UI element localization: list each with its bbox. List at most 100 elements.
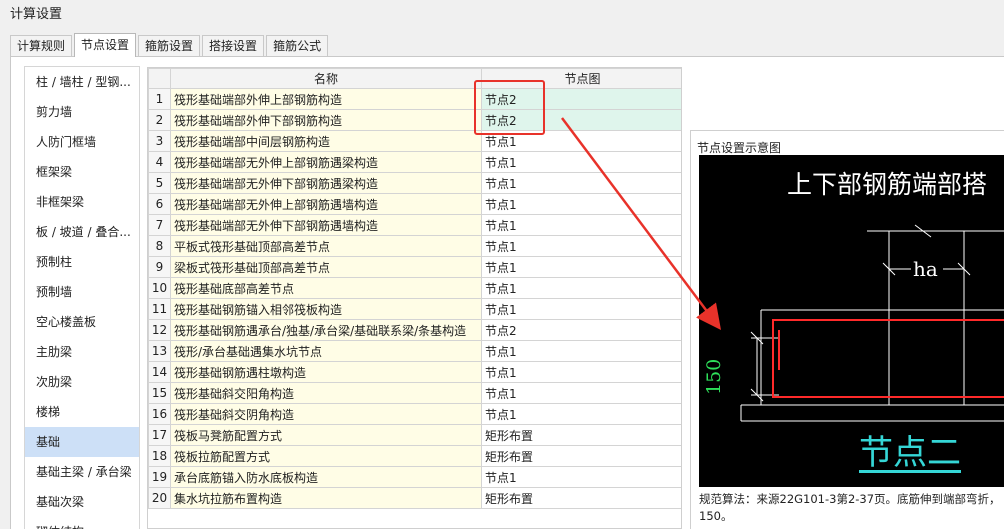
row-node-cell[interactable]: 矩形布置 bbox=[481, 445, 681, 467]
preview-title: 节点设置示意图 bbox=[697, 141, 782, 155]
tab-stirrup-formula[interactable]: 箍筋公式 bbox=[266, 35, 329, 57]
row-name-cell: 筏形基础钢筋遇柱墩构造 bbox=[170, 361, 482, 383]
row-node-cell[interactable]: 节点1 bbox=[481, 235, 681, 257]
table-body: 1 筏形基础端部外伸上部钢筋构造 节点2 2 筏形基础端部外伸下部钢筋构造 节点2 3 筏形基… bbox=[148, 88, 681, 509]
sidebar-item-foundation-main-beam[interactable]: 基础主梁 / 承台梁 bbox=[25, 457, 139, 487]
row-index-cell: 7 bbox=[148, 214, 171, 236]
row-name-cell: 筏形基础斜交阴角构造 bbox=[170, 403, 482, 425]
table-row[interactable]: 6 筏形基础端部无外伸上部钢筋遇墙构造 节点1 bbox=[148, 193, 681, 215]
sidebar-item-frame-beam[interactable]: 框架梁 bbox=[25, 157, 139, 187]
row-name-cell: 筏板马凳筋配置方式 bbox=[170, 424, 482, 446]
row-index-cell: 10 bbox=[148, 277, 171, 299]
table-row[interactable]: 14 筏形基础钢筋遇柱墩构造 节点1 bbox=[148, 361, 681, 383]
table-row[interactable]: 19 承台底筋锚入防水底板构造 节点1 bbox=[148, 466, 681, 488]
column-header-name[interactable]: 名称 bbox=[170, 68, 482, 89]
table-row[interactable]: 2 筏形基础端部外伸下部钢筋构造 节点2 bbox=[148, 109, 681, 131]
table-row[interactable]: 9 梁板式筏形基础顶部高差节点 节点1 bbox=[148, 256, 681, 278]
highlight-annotation-box bbox=[474, 80, 545, 135]
row-index-cell: 4 bbox=[148, 151, 171, 173]
sidebar-item-foundation[interactable]: 基础 bbox=[25, 427, 139, 457]
row-index-cell: 6 bbox=[148, 193, 171, 215]
row-name-cell: 筏形基础钢筋锚入相邻筏板构造 bbox=[170, 298, 482, 320]
tab-lap-settings[interactable]: 搭接设置 bbox=[202, 35, 265, 57]
sidebar-item-hollow-slab[interactable]: 空心楼盖板 bbox=[25, 307, 139, 337]
table-row[interactable]: 18 筏板拉筋配置方式 矩形布置 bbox=[148, 445, 681, 467]
row-node-cell[interactable]: 节点1 bbox=[481, 298, 681, 320]
dimension-ha-label: ha bbox=[913, 257, 938, 281]
sidebar-item-secondary-rib-beam[interactable]: 次肋梁 bbox=[25, 367, 139, 397]
table-row[interactable]: 15 筏形基础斜交阳角构造 节点1 bbox=[148, 382, 681, 404]
sidebar-item-precast-column[interactable]: 预制柱 bbox=[25, 247, 139, 277]
table-row[interactable]: 10 筏形基础底部高差节点 节点1 bbox=[148, 277, 681, 299]
sidebar-item-column[interactable]: 柱 / 墙柱 / 型钢... bbox=[25, 67, 139, 97]
row-node-cell[interactable]: 节点1 bbox=[481, 403, 681, 425]
table-row[interactable]: 4 筏形基础端部无外伸上部钢筋遇梁构造 节点1 bbox=[148, 151, 681, 173]
node-settings-table: 名称 节点图 1 筏形基础端部外伸上部钢筋构造 节点2 2 筏形基础端部外伸下部钢筋构造… bbox=[148, 68, 681, 509]
row-name-cell: 筏形基础端部无外伸下部钢筋遇梁构造 bbox=[170, 172, 482, 194]
row-index-cell: 11 bbox=[148, 298, 171, 320]
row-node-cell[interactable]: 节点1 bbox=[481, 466, 681, 488]
row-name-cell: 平板式筏形基础顶部高差节点 bbox=[170, 235, 482, 257]
row-index-cell: 14 bbox=[148, 361, 171, 383]
table-row[interactable]: 11 筏形基础钢筋锚入相邻筏板构造 节点1 bbox=[148, 298, 681, 320]
row-node-cell[interactable]: 节点1 bbox=[481, 214, 681, 236]
row-node-cell[interactable]: 节点1 bbox=[481, 277, 681, 299]
row-name-cell: 筏形基础底部高差节点 bbox=[170, 277, 482, 299]
table-row[interactable]: 12 筏形基础钢筋遇承台/独基/承台梁/基础联系梁/条基构造 节点2 bbox=[148, 319, 681, 341]
row-node-cell[interactable]: 节点1 bbox=[481, 193, 681, 215]
node-settings-grid: 名称 节点图 1 筏形基础端部外伸上部钢筋构造 节点2 2 筏形基础端部外伸下部钢筋构造… bbox=[147, 67, 682, 529]
row-index-cell: 13 bbox=[148, 340, 171, 362]
row-node-cell[interactable]: 节点2 bbox=[481, 319, 681, 341]
row-index-cell: 15 bbox=[148, 382, 171, 404]
row-name-cell: 梁板式筏形基础顶部高差节点 bbox=[170, 256, 482, 278]
tab-node-settings[interactable]: 节点设置 bbox=[74, 33, 137, 57]
table-row[interactable]: 8 平板式筏形基础顶部高差节点 节点1 bbox=[148, 235, 681, 257]
table-row[interactable]: 13 筏形/承台基础遇集水坑节点 节点1 bbox=[148, 340, 681, 362]
column-header-index bbox=[148, 68, 171, 89]
row-index-cell: 2 bbox=[148, 109, 171, 131]
sidebar-item-civil-defense-door-frame[interactable]: 人防门框墙 bbox=[25, 127, 139, 157]
row-index-cell: 8 bbox=[148, 235, 171, 257]
row-index-cell: 1 bbox=[148, 88, 171, 110]
row-node-cell[interactable]: 节点1 bbox=[481, 151, 681, 173]
sidebar-item-foundation-secondary-beam[interactable]: 基础次梁 bbox=[25, 487, 139, 517]
row-node-cell[interactable]: 矩形布置 bbox=[481, 424, 681, 446]
sidebar-item-stair[interactable]: 楼梯 bbox=[25, 397, 139, 427]
dimension-150-label: 150 bbox=[703, 358, 725, 395]
table-row[interactable]: 16 筏形基础斜交阴角构造 节点1 bbox=[148, 403, 681, 425]
window-title: 计算设置 bbox=[10, 7, 63, 22]
row-name-cell: 筏形基础端部无外伸上部钢筋遇梁构造 bbox=[170, 151, 482, 173]
table-row[interactable]: 20 集水坑拉筋布置构造 矩形布置 bbox=[148, 487, 681, 509]
row-node-cell[interactable]: 矩形布置 bbox=[481, 487, 681, 509]
row-node-cell[interactable]: 节点1 bbox=[481, 361, 681, 383]
row-name-cell: 承台底筋锚入防水底板构造 bbox=[170, 466, 482, 488]
sidebar-item-masonry[interactable]: 砌体结构 bbox=[25, 517, 139, 529]
tab-calc-rules[interactable]: 计算规则 bbox=[10, 35, 73, 57]
table-row[interactable]: 1 筏形基础端部外伸上部钢筋构造 节点2 bbox=[148, 88, 681, 110]
row-node-cell[interactable]: 节点1 bbox=[481, 382, 681, 404]
sidebar-item-slab[interactable]: 板 / 坡道 / 叠合... bbox=[25, 217, 139, 247]
row-index-cell: 16 bbox=[148, 403, 171, 425]
node-preview-panel: 节点设置示意图 上下部钢筋端部搭 ha 150 节点二 规范算法：来源22G10… bbox=[690, 130, 1004, 529]
table-row[interactable]: 3 筏形基础端部中间层钢筋构造 节点1 bbox=[148, 130, 681, 152]
sidebar-item-shear-wall[interactable]: 剪力墙 bbox=[25, 97, 139, 127]
table-header-row: 名称 节点图 bbox=[148, 68, 681, 89]
tab-stirrup-settings[interactable]: 箍筋设置 bbox=[138, 35, 201, 57]
sidebar-item-main-rib-beam[interactable]: 主肋梁 bbox=[25, 337, 139, 367]
table-row[interactable]: 17 筏板马凳筋配置方式 矩形布置 bbox=[148, 424, 681, 446]
row-node-cell[interactable]: 节点1 bbox=[481, 256, 681, 278]
sidebar-item-non-frame-beam[interactable]: 非框架梁 bbox=[25, 187, 139, 217]
row-name-cell: 筏形基础端部无外伸下部钢筋遇墙构造 bbox=[170, 214, 482, 236]
row-index-cell: 5 bbox=[148, 172, 171, 194]
sidebar-item-precast-wall[interactable]: 预制墙 bbox=[25, 277, 139, 307]
row-name-cell: 筏形基础端部外伸下部钢筋构造 bbox=[170, 109, 482, 131]
row-node-cell[interactable]: 节点1 bbox=[481, 172, 681, 194]
row-node-cell[interactable]: 节点1 bbox=[481, 340, 681, 362]
tab-bar: 计算规则 节点设置 箍筋设置 搭接设置 箍筋公式 bbox=[10, 33, 330, 57]
row-index-cell: 12 bbox=[148, 319, 171, 341]
table-row[interactable]: 5 筏形基础端部无外伸下部钢筋遇梁构造 节点1 bbox=[148, 172, 681, 194]
node-diagram: 上下部钢筋端部搭 ha 150 节点二 bbox=[699, 155, 1004, 487]
table-row[interactable]: 7 筏形基础端部无外伸下部钢筋遇墙构造 节点1 bbox=[148, 214, 681, 236]
row-index-cell: 9 bbox=[148, 256, 171, 278]
diagram-node-label: 节点二 bbox=[859, 433, 961, 473]
